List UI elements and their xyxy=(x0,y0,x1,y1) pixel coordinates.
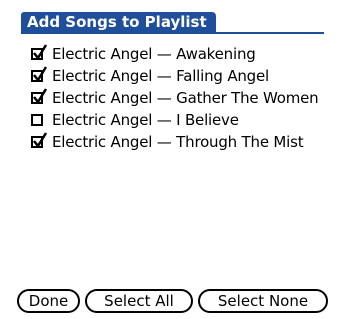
song-checkbox[interactable] xyxy=(31,88,48,105)
checkmark-icon xyxy=(33,44,48,61)
song-label: Electric Angel — Falling Angel xyxy=(52,67,270,85)
add-songs-screen: Add Songs to Playlist Electric Angel — A… xyxy=(0,0,337,319)
song-row-falling-angel[interactable]: Electric Angel — Falling Angel xyxy=(31,65,333,87)
song-row-through-the-mist[interactable]: Electric Angel — Through The Mist xyxy=(31,131,333,153)
checkmark-icon xyxy=(33,132,48,149)
song-row-awakening[interactable]: Electric Angel — Awakening xyxy=(31,43,333,65)
song-list: Electric Angel — Awakening Electric Ange… xyxy=(31,43,333,153)
song-row-i-believe[interactable]: Electric Angel — I Believe xyxy=(31,109,333,131)
song-checkbox[interactable] xyxy=(31,66,48,83)
song-label: Electric Angel — Through The Mist xyxy=(52,133,304,151)
checkmark-icon xyxy=(33,66,48,83)
page-title: Add Songs to Playlist xyxy=(21,12,216,32)
checkmark-icon xyxy=(33,88,48,105)
song-row-gather-the-women[interactable]: Electric Angel — Gather The Women xyxy=(31,87,333,109)
song-label: Electric Angel — I Believe xyxy=(52,111,239,129)
select-all-button[interactable]: Select All xyxy=(85,289,193,313)
song-label: Electric Angel — Gather The Women xyxy=(52,89,319,107)
song-checkbox[interactable] xyxy=(31,44,48,61)
song-checkbox[interactable] xyxy=(31,114,43,126)
song-checkbox[interactable] xyxy=(31,132,48,149)
title-bar: Add Songs to Playlist xyxy=(21,12,324,34)
done-button[interactable]: Done xyxy=(17,289,80,313)
song-label: Electric Angel — Awakening xyxy=(52,45,256,63)
select-none-button[interactable]: Select None xyxy=(198,289,328,313)
